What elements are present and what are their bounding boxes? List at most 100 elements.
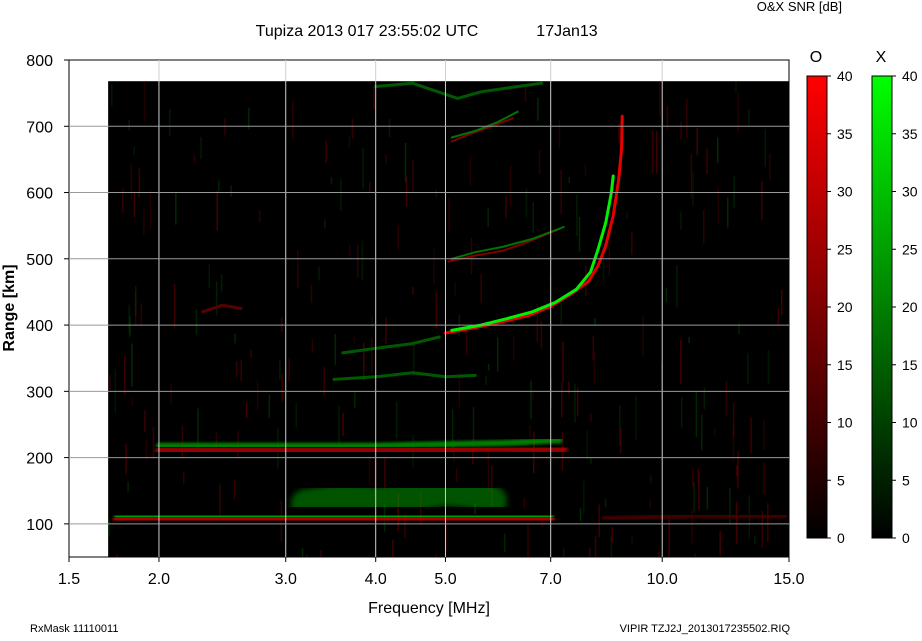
noise-streak (680, 121, 682, 140)
colorbar-tick-label: 15 (837, 357, 853, 373)
noise-streak (306, 554, 308, 557)
noise-streak (297, 250, 299, 289)
noise-streak (688, 337, 690, 344)
echo-band-o (155, 444, 568, 455)
noise-streak (589, 547, 591, 557)
y-axis-label: Range [km] (1, 264, 18, 351)
y-tick-label: 300 (26, 384, 53, 401)
noise-streak (604, 498, 607, 508)
noise-streak (195, 308, 198, 336)
noise-streak (216, 191, 218, 231)
noise-streak (330, 177, 333, 185)
noise-streak (357, 244, 359, 278)
y-tick-label: 600 (26, 186, 53, 203)
noise-streak (686, 98, 688, 139)
colorbar-tick-label: 0 (902, 530, 910, 546)
colorbar-tick-label: 35 (902, 126, 918, 142)
noise-streak (505, 196, 507, 218)
noise-streak (133, 145, 135, 156)
noise-streak (235, 361, 238, 377)
noise-streak (469, 156, 472, 186)
noise-streak (149, 190, 152, 229)
noise-streak (703, 209, 705, 244)
noise-streak (404, 143, 407, 183)
noise-streak (747, 352, 749, 384)
noise-streak (324, 219, 326, 229)
noise-streak (193, 154, 196, 163)
noise-streak (578, 217, 581, 252)
y-axis-ticks: 100 200 300 400 500 600 700 800 (26, 53, 69, 534)
noise-streak (133, 191, 136, 218)
noise-streak (218, 180, 220, 192)
colorbar-tick-label: 25 (837, 241, 853, 257)
noise-streak (537, 97, 539, 121)
noise-streak (433, 249, 435, 284)
colorbar-tick-label: 30 (902, 184, 918, 200)
noise-streak (690, 153, 693, 199)
noise-streak (668, 516, 670, 557)
noise-streak (561, 382, 563, 418)
noise-streak (692, 468, 694, 487)
y-tick-label: 500 (26, 252, 53, 269)
noise-streak (732, 429, 735, 462)
noise-streak (487, 207, 489, 227)
noise-streak (368, 456, 371, 485)
noise-streak (631, 232, 633, 255)
noise-streak (576, 387, 579, 417)
noise-streak (292, 101, 294, 140)
echo-cluster-x (290, 475, 507, 519)
noise-streak (676, 265, 678, 308)
noise-streak (230, 185, 232, 197)
noise-streak (497, 337, 499, 372)
noise-streak (680, 397, 683, 428)
noise-streak (140, 303, 143, 327)
noise-streak (680, 211, 682, 230)
noise-streak (111, 84, 113, 107)
noise-streak (480, 273, 482, 304)
noise-streak (692, 171, 694, 207)
noise-streak (701, 415, 703, 451)
noise-streak (512, 335, 515, 361)
noise-streak (725, 380, 728, 416)
noise-streak (215, 281, 218, 316)
noise-streak (579, 508, 582, 522)
noise-streak (448, 197, 450, 232)
colorbar-tick-label: 20 (837, 299, 853, 315)
noise-streak (733, 176, 735, 208)
colorbar-tick-label: 5 (837, 472, 845, 488)
noise-streak (781, 289, 783, 316)
colorbar-x-label: X (876, 49, 887, 66)
noise-streak (175, 193, 177, 225)
ionogram-chart: Tupiza 2013 017 23:55:02 UTC 17Jan13 O&X… (1, 0, 918, 635)
colorbar-tick-label: 35 (837, 126, 853, 142)
noise-streak (574, 383, 576, 423)
noise-streak (295, 402, 297, 428)
colorbar-o-label: O (810, 49, 822, 66)
noise-streak (392, 539, 394, 557)
noise-streak (128, 120, 130, 131)
noise-streak (697, 468, 699, 483)
noise-streak (695, 391, 698, 437)
x-tick-label: 10.0 (647, 571, 678, 588)
colorbar-tick-label: 30 (837, 184, 853, 200)
noise-streak (256, 381, 259, 410)
noise-streak (527, 525, 529, 557)
noise-streak (590, 457, 592, 464)
noise-streak (135, 286, 137, 316)
noise-streak (458, 373, 461, 408)
noise-streak (594, 535, 597, 557)
echo-band-x (113, 512, 555, 521)
noise-streak (649, 475, 652, 484)
noise-streak (764, 129, 766, 167)
noise-streak (250, 349, 252, 358)
noise-streak (220, 274, 223, 292)
noise-streak (373, 87, 375, 109)
noise-streak (143, 208, 145, 235)
noise-streak (131, 343, 133, 387)
noise-streak (665, 288, 668, 303)
noise-streak (472, 407, 475, 447)
noise-streak (342, 412, 344, 436)
noise-streak (131, 397, 134, 407)
noise-streak (183, 471, 185, 484)
noise-streak (369, 182, 371, 193)
